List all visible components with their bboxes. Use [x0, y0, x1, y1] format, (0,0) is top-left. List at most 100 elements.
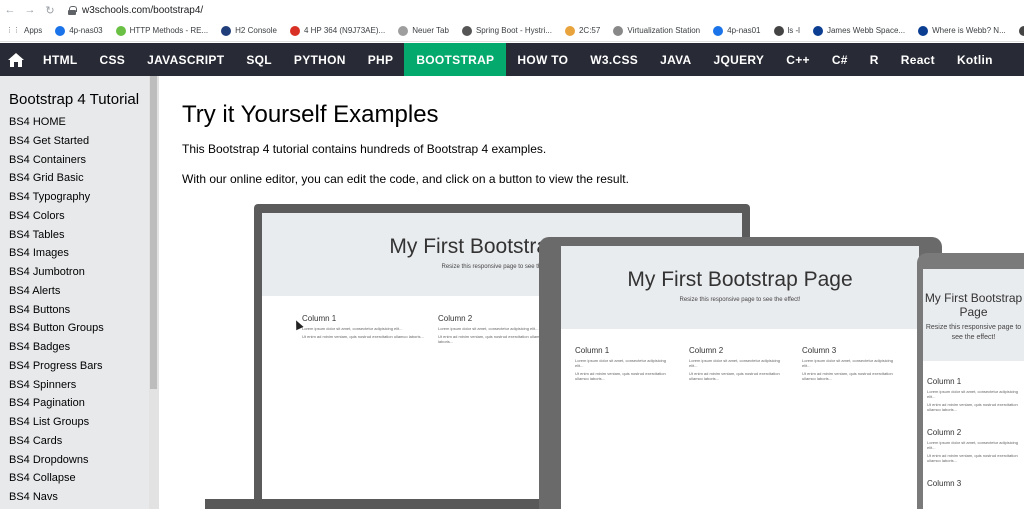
tablet-column-1-text: Lorem ipsum dolor sit amet, consectetur …	[575, 358, 666, 368]
topnav-item-javascript[interactable]: JAVASCRIPT	[136, 43, 235, 76]
bookmark-label: Neuer Tab	[412, 26, 449, 35]
bookmark-label: H2 Console	[235, 26, 277, 35]
bookmark-item[interactable]: H2 Console	[221, 25, 277, 36]
sidebar-link[interactable]: BS4 Get Started	[0, 132, 159, 151]
topnav-item-c[interactable]: C#	[821, 43, 859, 76]
topnav-item-c[interactable]: C++	[775, 43, 821, 76]
sidebar: Bootstrap 4 Tutorial BS4 HOME BS4 Get Sta…	[0, 76, 159, 509]
phone-column-2-text: Lorem ipsum dolor sit amet, consectetur …	[927, 440, 1018, 450]
topnav-item-html[interactable]: HTML	[32, 43, 89, 76]
tablet-column-2: Column 2 Lorem ipsum dolor sit amet, con…	[689, 346, 789, 381]
laptop-column-2-text: Lorem ipsum dolor sit amet, consectetur …	[438, 326, 539, 331]
sidebar-link[interactable]: BS4 Buttons	[0, 301, 159, 320]
sidebar-link[interactable]: BS4 Colors	[0, 207, 159, 226]
bookmark-item[interactable]: 4p-nas03	[55, 25, 103, 36]
phone-column-1-title: Column 1	[927, 377, 962, 386]
bookmark-favicon-icon	[564, 25, 575, 36]
laptop-column-2: Column 2 Lorem ipsum dolor sit amet, con…	[438, 314, 548, 344]
phone-column-3-title: Column 3	[927, 479, 962, 488]
sidebar-link[interactable]: BS4 Progress Bars	[0, 357, 159, 376]
sidebar-link[interactable]: BS4 HOME	[0, 113, 159, 132]
sidebar-link[interactable]: BS4 Containers	[0, 151, 159, 170]
bookmark-label: Virtualization Station	[627, 26, 701, 35]
bookmark-item[interactable]: 2C:57	[564, 25, 601, 36]
intro-paragraph: This Bootstrap 4 tutorial contains hundr…	[182, 142, 547, 156]
bookmarks-bar: ⋮⋮ Apps 4p-nas03 HTTP Methods - RE... H2 Con…	[0, 20, 1024, 42]
bookmark-item[interactable]: ⋮⋮ Apps	[6, 26, 42, 36]
back-arrow-icon[interactable]: ←	[0, 4, 20, 16]
editor-paragraph: With our online editor, you can edit the…	[182, 172, 629, 186]
sidebar-link[interactable]: BS4 Pagination	[0, 394, 159, 413]
topnav-item-java[interactable]: JAVA	[649, 43, 702, 76]
sidebar-link[interactable]: BS4 Alerts	[0, 282, 159, 301]
sidebar-link[interactable]: BS4 Badges	[0, 338, 159, 357]
sidebar-link[interactable]: BS4 Cards	[0, 432, 159, 451]
topnav-item-react[interactable]: React	[890, 43, 946, 76]
sidebar-link[interactable]: BS4 Images	[0, 244, 159, 263]
bookmark-item[interactable]: Virtualization Station	[613, 25, 701, 36]
sidebar-link[interactable]: BS4 Button Groups	[0, 319, 159, 338]
topnav-item-bootstrap[interactable]: BOOTSTRAP	[404, 43, 507, 76]
bookmark-item[interactable]: Where is Webb? N...	[918, 25, 1006, 36]
topnav-item-r[interactable]: R	[859, 43, 890, 76]
sidebar-link[interactable]: BS4 Spinners	[0, 376, 159, 395]
phone-column-2: Column 2 Lorem ipsum dolor sit amet, con…	[927, 428, 1023, 463]
tablet-column-1-text-2: Ut enim ad minim veniam, quis nostrud ex…	[575, 371, 666, 381]
tablet-column-1: Column 1 Lorem ipsum dolor sit amet, con…	[575, 346, 675, 381]
bookmark-favicon-icon	[461, 25, 472, 36]
bookmark-item[interactable]: 4 HP 364 (N9J73AE)...	[289, 25, 386, 36]
bookmark-label: Where is Webb? N...	[932, 26, 1006, 35]
tablet-screen: My First Bootstrap Page Resize this resp…	[561, 246, 919, 509]
phone-illustration: My First Bootstrap Page Resize this resp…	[917, 253, 1024, 509]
topnav-item-w3-css[interactable]: W3.CSS	[579, 43, 649, 76]
sidebar-link[interactable]: BS4 Tables	[0, 226, 159, 245]
tablet-jumbotron: My First Bootstrap Page Resize this resp…	[561, 246, 919, 329]
bookmark-item[interactable]: Spring Boot - Hystri...	[461, 25, 552, 36]
bookmark-label: 2C:57	[578, 26, 601, 35]
bookmark-item[interactable]: Neuer Tab	[398, 25, 449, 36]
home-icon[interactable]	[0, 43, 32, 76]
bookmark-label: 4 HP 364 (N9J73AE)...	[303, 26, 386, 35]
phone-column-1: Column 1 Lorem ipsum dolor sit amet, con…	[927, 377, 1023, 412]
bookmark-favicon-icon	[773, 25, 784, 36]
laptop-column-2-title: Column 2	[438, 314, 473, 323]
phone-screen: My First Bootstrap Page Resize this resp…	[923, 269, 1024, 509]
sidebar-link[interactable]: BS4 Grid Basic	[0, 169, 159, 188]
topnav-item-css[interactable]: CSS	[89, 43, 137, 76]
bookmark-item[interactable]: Unti	[1018, 25, 1024, 36]
top-navigation: HTML CSS JAVASCRIPT SQL PYTHON PHP BOOTSTRAP HO…	[0, 43, 1024, 76]
tablet-illustration: My First Bootstrap Page Resize this resp…	[539, 237, 942, 509]
phone-page-title: My First Bootstrap Page	[924, 291, 1023, 319]
bookmark-favicon-icon	[289, 25, 300, 36]
sidebar-link[interactable]: BS4 Dropdowns	[0, 451, 159, 470]
url-field[interactable]: w3schools.com/bootstrap4/	[68, 5, 203, 16]
bookmark-label: 4p-nas01	[727, 26, 761, 35]
bookmark-item[interactable]: James Webb Space...	[812, 25, 905, 36]
topnav-item-sql[interactable]: SQL	[235, 43, 283, 76]
bookmark-favicon-icon	[918, 25, 929, 36]
tablet-column-2-title: Column 2	[689, 346, 724, 355]
sidebar-link[interactable]: BS4 List Groups	[0, 413, 159, 432]
sidebar-link[interactable]: BS4 Jumbotron	[0, 263, 159, 282]
phone-jumbotron: My First Bootstrap Page Resize this resp…	[923, 269, 1024, 361]
topnav-item-how-to[interactable]: HOW TO	[506, 43, 579, 76]
sidebar-link[interactable]: BS4 Typography	[0, 188, 159, 207]
sidebar-link[interactable]: BS4 Collapse	[0, 469, 159, 488]
reload-icon[interactable]: ↻	[40, 4, 60, 17]
page-heading: Try it Yourself Examples	[182, 101, 439, 128]
topnav-item-python[interactable]: PYTHON	[283, 43, 357, 76]
bookmark-favicon-icon	[221, 25, 232, 36]
bookmark-item[interactable]: 4p-nas01	[713, 25, 761, 36]
lock-icon	[68, 5, 77, 15]
bookmark-favicon-icon	[398, 25, 409, 36]
topnav-item-jquery[interactable]: JQUERY	[703, 43, 776, 76]
forward-arrow-icon[interactable]: →	[20, 4, 40, 16]
sidebar-scroll-thumb[interactable]	[150, 76, 157, 389]
topnav-item-kotlin[interactable]: Kotlin	[946, 43, 1004, 76]
bookmark-item[interactable]: ls -l	[773, 25, 800, 36]
sidebar-link[interactable]: BS4 Navs	[0, 488, 159, 507]
topnav-item-php[interactable]: PHP	[357, 43, 405, 76]
bookmark-item[interactable]: HTTP Methods - RE...	[115, 25, 208, 36]
laptop-column-1-text-2: Ut enim ad minim veniam, quis nostrud ex…	[302, 334, 424, 339]
bookmark-favicon-icon	[55, 25, 66, 36]
